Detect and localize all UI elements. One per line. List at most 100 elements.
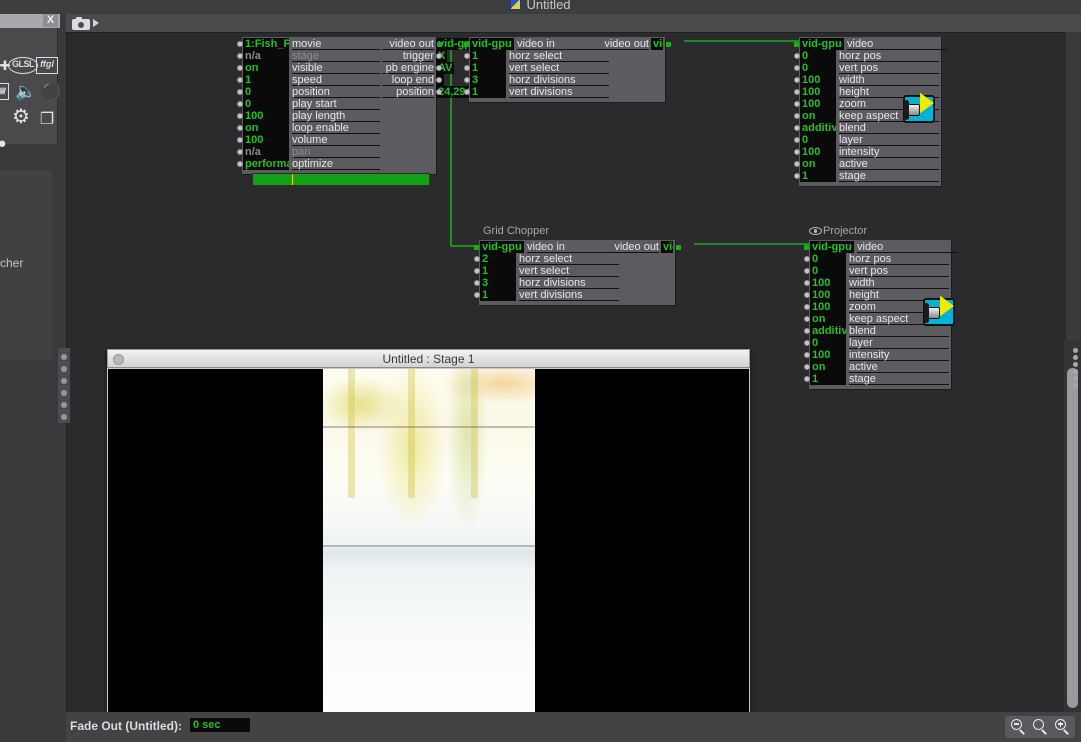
gear-icon[interactable]: ⚙ <box>9 107 33 131</box>
output-port[interactable] <box>436 53 442 59</box>
vertical-scrollbar-thumb[interactable] <box>1067 368 1078 708</box>
input-value[interactable]: additive <box>810 325 846 337</box>
zoom-reset-button[interactable] <box>1031 718 1049 736</box>
input-value[interactable]: 0 <box>810 337 846 349</box>
node-input-row[interactable]: n/a pan <box>237 146 436 158</box>
input-value[interactable]: 0 <box>243 98 289 110</box>
node-input-row[interactable]: vid-gpu video <box>804 241 957 253</box>
node-input-row[interactable]: 0 layer <box>794 134 941 146</box>
input-value[interactable]: 0 <box>800 62 836 74</box>
stage-preview-window[interactable]: Untitled : Stage 1 <box>107 349 750 729</box>
audio-icon[interactable]: 🔈 <box>14 82 38 102</box>
input-value[interactable]: on <box>800 110 836 122</box>
node-input-row[interactable]: 0 layer <box>804 337 951 349</box>
input-value[interactable]: performance <box>243 158 289 170</box>
link-icon[interactable]: ╴ <box>0 110 8 130</box>
node-input-row[interactable]: on loop enable <box>237 122 436 134</box>
layers-icon[interactable]: ❐ <box>36 110 58 130</box>
output-port[interactable] <box>436 65 442 71</box>
node-projector-2[interactable]: Projector vid-gpu video 0 horz pos 0 vert pos 1… <box>804 225 957 389</box>
node-body-projector-1[interactable]: vid-gpu video 0 horz pos 0 vert pos 100 width 10… <box>794 37 947 186</box>
input-port[interactable] <box>794 42 799 47</box>
node-body-movie-player[interactable]: 1:Fish_P movie n/a stage on visible 1 speed 0 pos… <box>237 37 480 174</box>
input-value[interactable]: 100 <box>810 289 846 301</box>
output-port[interactable] <box>436 77 442 83</box>
node-input-row[interactable]: 0 horz pos <box>794 50 941 62</box>
zoom-in-button[interactable] <box>1053 718 1071 736</box>
node-input-row[interactable]: 100 play length <box>237 110 436 122</box>
input-value[interactable]: 100 <box>243 134 289 146</box>
node-input-row[interactable]: 100 width <box>794 74 941 86</box>
close-icon[interactable]: X <box>43 14 58 27</box>
ffgl-badge[interactable]: ffgl <box>36 57 58 74</box>
input-value[interactable]: 100 <box>810 277 846 289</box>
input-value[interactable]: 0 <box>810 265 846 277</box>
node-input-row[interactable]: 1 vert select <box>474 265 675 277</box>
node-input-row[interactable]: 0 horz pos <box>804 253 951 265</box>
node-body-grid-chopper-1[interactable]: vid-gpu video in 1 horz select 1 vert select 3… <box>464 37 671 102</box>
input-value[interactable]: 1 <box>810 373 846 385</box>
input-value[interactable]: on <box>243 122 289 134</box>
node-input-row[interactable]: 0 vert pos <box>804 265 951 277</box>
keyboard-icon[interactable]: ▤ <box>0 83 9 100</box>
input-value[interactable]: 1 <box>470 62 506 74</box>
input-value[interactable]: 0 <box>800 134 836 146</box>
node-input-row[interactable]: 100 width <box>804 277 951 289</box>
node-input-row[interactable]: 100 intensity <box>804 349 951 361</box>
input-value[interactable]: 0 <box>810 253 846 265</box>
node-input-row[interactable]: 100 intensity <box>794 146 941 158</box>
projector-icon[interactable] <box>923 295 955 326</box>
input-port[interactable] <box>804 245 809 250</box>
input-value[interactable]: on <box>800 158 836 170</box>
node-input-row[interactable]: 1 stage <box>804 373 951 385</box>
record-icon[interactable]: ● <box>0 134 10 152</box>
node-input-row[interactable]: on active <box>804 361 951 373</box>
input-value[interactable]: 1 <box>480 289 516 301</box>
playhead-marker[interactable] <box>291 174 293 185</box>
node-output-row[interactable]: pb engine AV <box>242 62 455 74</box>
node-output-row[interactable]: video outvid-gpu <box>469 38 671 50</box>
node-input-row[interactable]: 1 vert divisions <box>474 289 675 301</box>
node-output-row[interactable]: position 24,2949 <box>242 86 480 98</box>
input-value[interactable]: 100 <box>800 74 836 86</box>
node-grid-chopper-1[interactable]: vid-gpu video in 1 horz select 1 vert select 3… <box>464 33 671 102</box>
node-input-row[interactable]: additiveblend <box>794 122 941 134</box>
play-triangle-icon[interactable] <box>93 19 99 27</box>
input-value[interactable]: on <box>810 361 846 373</box>
node-input-row[interactable]: 1 stage <box>794 170 941 182</box>
node-input-row[interactable]: on active <box>794 158 941 170</box>
input-value[interactable]: vid-gpu <box>800 38 844 50</box>
input-value[interactable]: 0 <box>800 50 836 62</box>
node-input-row[interactable]: 3 horz divisions <box>464 74 665 86</box>
node-input-row[interactable]: performanceoptimize <box>237 158 436 170</box>
node-input-row[interactable]: 1 vert select <box>464 62 665 74</box>
node-input-row[interactable]: additiveblend <box>804 325 951 337</box>
input-value[interactable]: 3 <box>470 74 506 86</box>
input-value[interactable]: 1 <box>480 265 516 277</box>
input-value[interactable]: 100 <box>243 110 289 122</box>
node-output-row[interactable]: video outvid-gpu <box>479 241 681 253</box>
output-port[interactable] <box>436 89 442 95</box>
input-value[interactable]: on <box>810 313 846 325</box>
palette-icon[interactable]: ⚫ <box>40 82 62 102</box>
node-input-row[interactable]: 1 horz select <box>464 50 665 62</box>
camera-icon[interactable] <box>72 17 90 30</box>
glsl-badge[interactable]: GLSL <box>8 57 38 74</box>
input-value[interactable]: 1 <box>470 50 506 62</box>
playback-scrub-bar[interactable] <box>252 173 430 186</box>
node-body-projector-2[interactable]: vid-gpu video 0 horz pos 0 vert pos 100 width 10… <box>804 240 957 389</box>
node-grid-chopper-2[interactable]: Grid Chopper vid-gpu video in 2 horz select 1… <box>474 225 681 305</box>
output-value[interactable]: vid-gpu <box>661 241 673 253</box>
input-value[interactable]: 100 <box>810 349 846 361</box>
output-value[interactable]: vid-gpu <box>651 38 663 50</box>
input-value[interactable]: 100 <box>800 98 836 110</box>
input-value[interactable]: n/a <box>243 146 289 158</box>
input-value[interactable]: 100 <box>800 86 836 98</box>
input-value[interactable]: 100 <box>810 301 846 313</box>
eye-icon[interactable] <box>809 227 822 235</box>
node-output-row[interactable]: loop end- <box>242 74 444 86</box>
input-value[interactable]: additive <box>800 122 836 134</box>
input-value[interactable]: vid-gpu <box>810 241 854 253</box>
fade-out-value[interactable]: 0 sec <box>190 718 250 732</box>
node-projector-1[interactable]: vid-gpu video 0 horz pos 0 vert pos 100 width 10… <box>794 33 947 186</box>
